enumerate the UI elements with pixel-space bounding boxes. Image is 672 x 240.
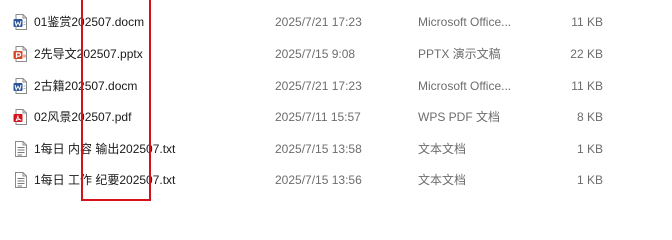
powerpoint-icon	[13, 46, 27, 62]
file-row[interactable]: 01鉴赏202507.docm 2025/7/21 17:23 Microsof…	[0, 7, 672, 37]
file-row[interactable]: 2古籍202507.docm 2025/7/21 17:23 Microsoft…	[0, 71, 672, 101]
file-name: 1每日 工作 纪要202507.txt	[34, 173, 176, 187]
file-list: 01鉴赏202507.docm 2025/7/21 17:23 Microsof…	[0, 0, 672, 204]
file-row[interactable]: 1每日 内容 输出202507.txt 2025/7/15 13:58 文本文档…	[0, 134, 672, 164]
file-name: 01鉴赏202507.docm	[34, 15, 145, 29]
file-type: WPS PDF 文档	[418, 110, 501, 124]
file-date-modified: 2025/7/11 15:57	[275, 110, 361, 124]
file-row[interactable]: 1每日 工作 纪要202507.txt 2025/7/15 13:56 文本文档…	[0, 165, 672, 195]
file-size: 22 KB	[570, 47, 603, 61]
file-size: 11 KB	[571, 15, 603, 29]
pdf-icon	[13, 109, 27, 125]
text-file-icon	[15, 172, 27, 188]
file-type: PPTX 演示文稿	[418, 47, 501, 61]
file-date-modified: 2025/7/15 9:08	[275, 47, 356, 61]
file-date-modified: 2025/7/21 17:23	[275, 79, 362, 93]
file-type: 文本文档	[418, 142, 467, 156]
file-type: Microsoft Office...	[418, 79, 512, 93]
word-doc-icon	[13, 78, 27, 94]
file-row[interactable]: 02风景202507.pdf 2025/7/11 15:57 WPS PDF 文…	[0, 102, 672, 132]
file-name: 1每日 内容 输出202507.txt	[34, 142, 176, 156]
file-name: 02风景202507.pdf	[34, 110, 132, 124]
file-row[interactable]: 2先导文202507.pptx 2025/7/15 9:08 PPTX 演示文稿…	[0, 39, 672, 69]
file-size: 1 KB	[576, 142, 603, 156]
file-size: 8 KB	[576, 110, 603, 124]
file-type: 文本文档	[418, 173, 467, 187]
file-date-modified: 2025/7/15 13:58	[275, 142, 362, 156]
file-name: 2先导文202507.pptx	[34, 47, 143, 61]
file-date-modified: 2025/7/15 13:56	[275, 173, 362, 187]
text-file-icon	[15, 141, 27, 157]
file-type: Microsoft Office...	[418, 15, 512, 29]
file-name: 2古籍202507.docm	[34, 79, 138, 93]
file-size: 1 KB	[576, 173, 603, 187]
file-date-modified: 2025/7/21 17:23	[275, 15, 362, 29]
file-size: 11 KB	[571, 79, 603, 93]
word-doc-icon	[13, 14, 27, 30]
